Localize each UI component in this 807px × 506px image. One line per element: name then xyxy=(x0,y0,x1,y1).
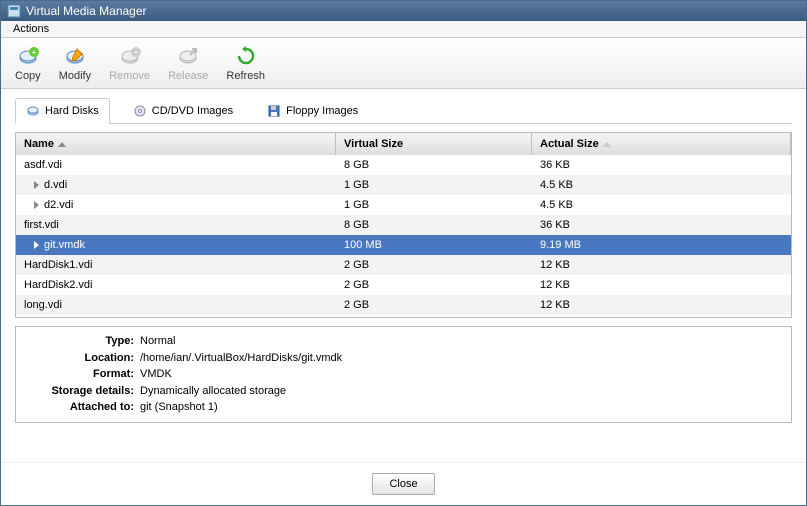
modify-label: Modify xyxy=(59,70,91,82)
refresh-icon xyxy=(234,44,258,68)
tab-floppy[interactable]: Floppy Images xyxy=(256,98,369,124)
row-actual-size: 36 KB xyxy=(532,155,791,175)
cd-icon xyxy=(133,104,147,118)
row-name: long.vdi xyxy=(24,299,62,311)
sort-asc-icon xyxy=(603,142,611,147)
modify-button[interactable]: Modify xyxy=(55,42,95,84)
column-actual-size[interactable]: Actual Size xyxy=(532,133,791,155)
copy-icon: + xyxy=(16,44,40,68)
expand-icon[interactable] xyxy=(34,241,39,249)
tab-cd-dvd[interactable]: CD/DVD Images xyxy=(122,98,244,124)
menu-actions[interactable]: Actions xyxy=(9,21,53,37)
content: Hard Disks CD/DVD Images Floppy Images N… xyxy=(1,89,806,462)
tab-hard-disks-label: Hard Disks xyxy=(45,105,99,117)
floppy-icon xyxy=(267,104,281,118)
details-panel: Type: Normal Location: /home/ian/.VirtualB… xyxy=(15,326,792,423)
release-icon xyxy=(176,44,200,68)
row-actual-size: 4.5 KB xyxy=(532,195,791,215)
detail-attached-value: git (Snapshot 1) xyxy=(140,399,218,416)
list-body[interactable]: asdf.vdi8 GB36 KBd.vdi1 GB4.5 KBd2.vdi1 … xyxy=(16,155,791,317)
detail-location-label: Location: xyxy=(24,350,134,367)
expand-icon[interactable] xyxy=(34,181,39,189)
svg-text:−: − xyxy=(133,48,138,57)
row-name: d.vdi xyxy=(44,179,67,191)
column-virtual-size[interactable]: Virtual Size xyxy=(336,133,532,155)
row-actual-size: 12 KB xyxy=(532,255,791,275)
row-name: HardDisk2.vdi xyxy=(24,279,92,291)
table-row[interactable]: HardDisk1.vdi 2 GB12 KB xyxy=(16,255,791,275)
detail-storage-label: Storage details: xyxy=(24,383,134,400)
detail-format-value: VMDK xyxy=(140,366,172,383)
copy-label: Copy xyxy=(15,70,41,82)
expand-icon[interactable] xyxy=(34,201,39,209)
svg-text:+: + xyxy=(32,48,37,57)
row-name: asdf.vdi xyxy=(24,159,62,171)
refresh-label: Refresh xyxy=(226,70,265,82)
tab-cd-dvd-label: CD/DVD Images xyxy=(152,105,233,117)
release-button: Release xyxy=(164,42,212,84)
detail-storage-value: Dynamically allocated storage xyxy=(140,383,286,400)
release-label: Release xyxy=(168,70,208,82)
row-virtual-size: 1 GB xyxy=(336,195,532,215)
remove-icon: − xyxy=(118,44,142,68)
modify-icon xyxy=(63,44,87,68)
column-name[interactable]: Name xyxy=(16,133,336,155)
detail-location-value: /home/ian/.VirtualBox/HardDisks/git.vmdk xyxy=(140,350,342,367)
close-button[interactable]: Close xyxy=(372,473,434,495)
row-name: git.vmdk xyxy=(44,239,85,251)
tabs: Hard Disks CD/DVD Images Floppy Images xyxy=(15,97,792,124)
detail-format-label: Format: xyxy=(24,366,134,383)
row-virtual-size: 8 GB xyxy=(336,215,532,235)
table-row[interactable]: long.vdi 2 GB12 KB xyxy=(16,295,791,315)
row-virtual-size: 2 GB xyxy=(336,275,532,295)
window: Virtual Media Manager Actions + Copy Mod… xyxy=(0,0,807,506)
row-actual-size: 12 KB xyxy=(532,295,791,315)
footer: Close xyxy=(1,462,806,505)
table-row[interactable]: HardDisk2.vdi 2 GB12 KB xyxy=(16,275,791,295)
row-virtual-size: 2 GB xyxy=(336,255,532,275)
remove-button: − Remove xyxy=(105,42,154,84)
row-virtual-size: 100 MB xyxy=(336,235,532,255)
detail-attached-label: Attached to: xyxy=(24,399,134,416)
remove-label: Remove xyxy=(109,70,150,82)
table-row[interactable]: first.vdi 8 GB36 KB xyxy=(16,215,791,235)
table-row[interactable]: asdf.vdi 8 GB36 KB xyxy=(16,155,791,175)
tab-hard-disks[interactable]: Hard Disks xyxy=(15,98,110,124)
row-actual-size: 36 KB xyxy=(532,215,791,235)
row-actual-size: 4.5 KB xyxy=(532,175,791,195)
copy-button[interactable]: + Copy xyxy=(11,42,45,84)
app-icon xyxy=(7,4,21,18)
row-virtual-size: 2 GB xyxy=(336,295,532,315)
menubar: Actions xyxy=(1,21,806,38)
titlebar[interactable]: Virtual Media Manager xyxy=(1,1,806,21)
detail-type-label: Type: xyxy=(24,333,134,350)
tab-floppy-label: Floppy Images xyxy=(286,105,358,117)
row-virtual-size: 8 GB xyxy=(336,155,532,175)
window-title: Virtual Media Manager xyxy=(26,4,147,18)
hard-disk-icon xyxy=(26,104,40,118)
row-name: HardDisk1.vdi xyxy=(24,259,92,271)
toolbar: + Copy Modify − Remove Release Refresh xyxy=(1,38,806,89)
list-header: Name Virtual Size Actual Size xyxy=(16,133,791,155)
row-name: d2.vdi xyxy=(44,199,73,211)
row-actual-size: 12 KB xyxy=(532,275,791,295)
refresh-button[interactable]: Refresh xyxy=(222,42,269,84)
table-row[interactable]: git.vmdk 100 MB9.19 MB xyxy=(16,235,791,255)
row-actual-size: 9.19 MB xyxy=(532,235,791,255)
row-virtual-size: 1 GB xyxy=(336,175,532,195)
media-list: Name Virtual Size Actual Size asdf.vdi 8 … xyxy=(15,132,792,318)
sort-asc-icon xyxy=(58,142,66,147)
table-row[interactable]: d2.vdi 1 GB4.5 KB xyxy=(16,195,791,215)
detail-type-value: Normal xyxy=(140,333,175,350)
table-row[interactable]: d.vdi 1 GB4.5 KB xyxy=(16,175,791,195)
row-name: first.vdi xyxy=(24,219,59,231)
